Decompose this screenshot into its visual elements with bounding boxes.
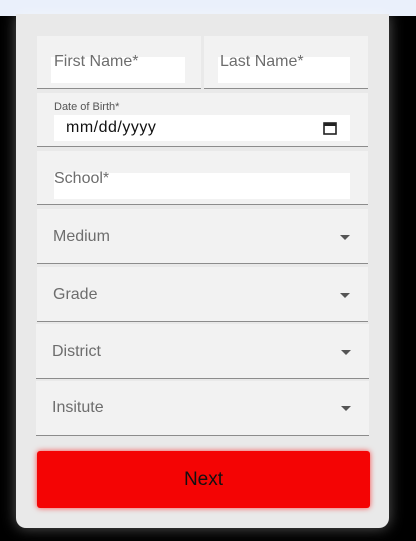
next-button[interactable]: Next xyxy=(37,451,370,508)
last-name-placeholder: Last Name* xyxy=(220,53,304,70)
district-label: District xyxy=(52,343,101,360)
first-name-placeholder: First Name* xyxy=(54,53,139,70)
first-name-field[interactable]: First Name* xyxy=(37,36,201,89)
caret-down-icon xyxy=(340,235,350,240)
institute-label: Insitute xyxy=(52,399,104,416)
medium-select[interactable]: Medium xyxy=(37,209,368,264)
last-name-field[interactable]: Last Name* xyxy=(204,36,368,89)
grade-select[interactable]: Grade xyxy=(37,267,368,322)
calendar-icon[interactable] xyxy=(323,121,337,135)
caret-down-icon xyxy=(341,406,351,411)
grade-label: Grade xyxy=(53,286,98,303)
district-select[interactable]: District xyxy=(36,324,369,379)
medium-label: Medium xyxy=(53,228,110,245)
caret-down-icon xyxy=(341,350,351,355)
institute-select[interactable]: Insitute xyxy=(36,381,369,436)
date-of-birth-value: mm/dd/yyyy xyxy=(66,119,157,136)
date-of-birth-label: Date of Birth* xyxy=(54,101,120,113)
school-field[interactable]: School* xyxy=(37,151,368,205)
school-placeholder: School* xyxy=(54,170,110,187)
caret-down-icon xyxy=(340,293,350,298)
date-of-birth-field[interactable]: Date of Birth* mm/dd/yyyy xyxy=(37,93,368,147)
